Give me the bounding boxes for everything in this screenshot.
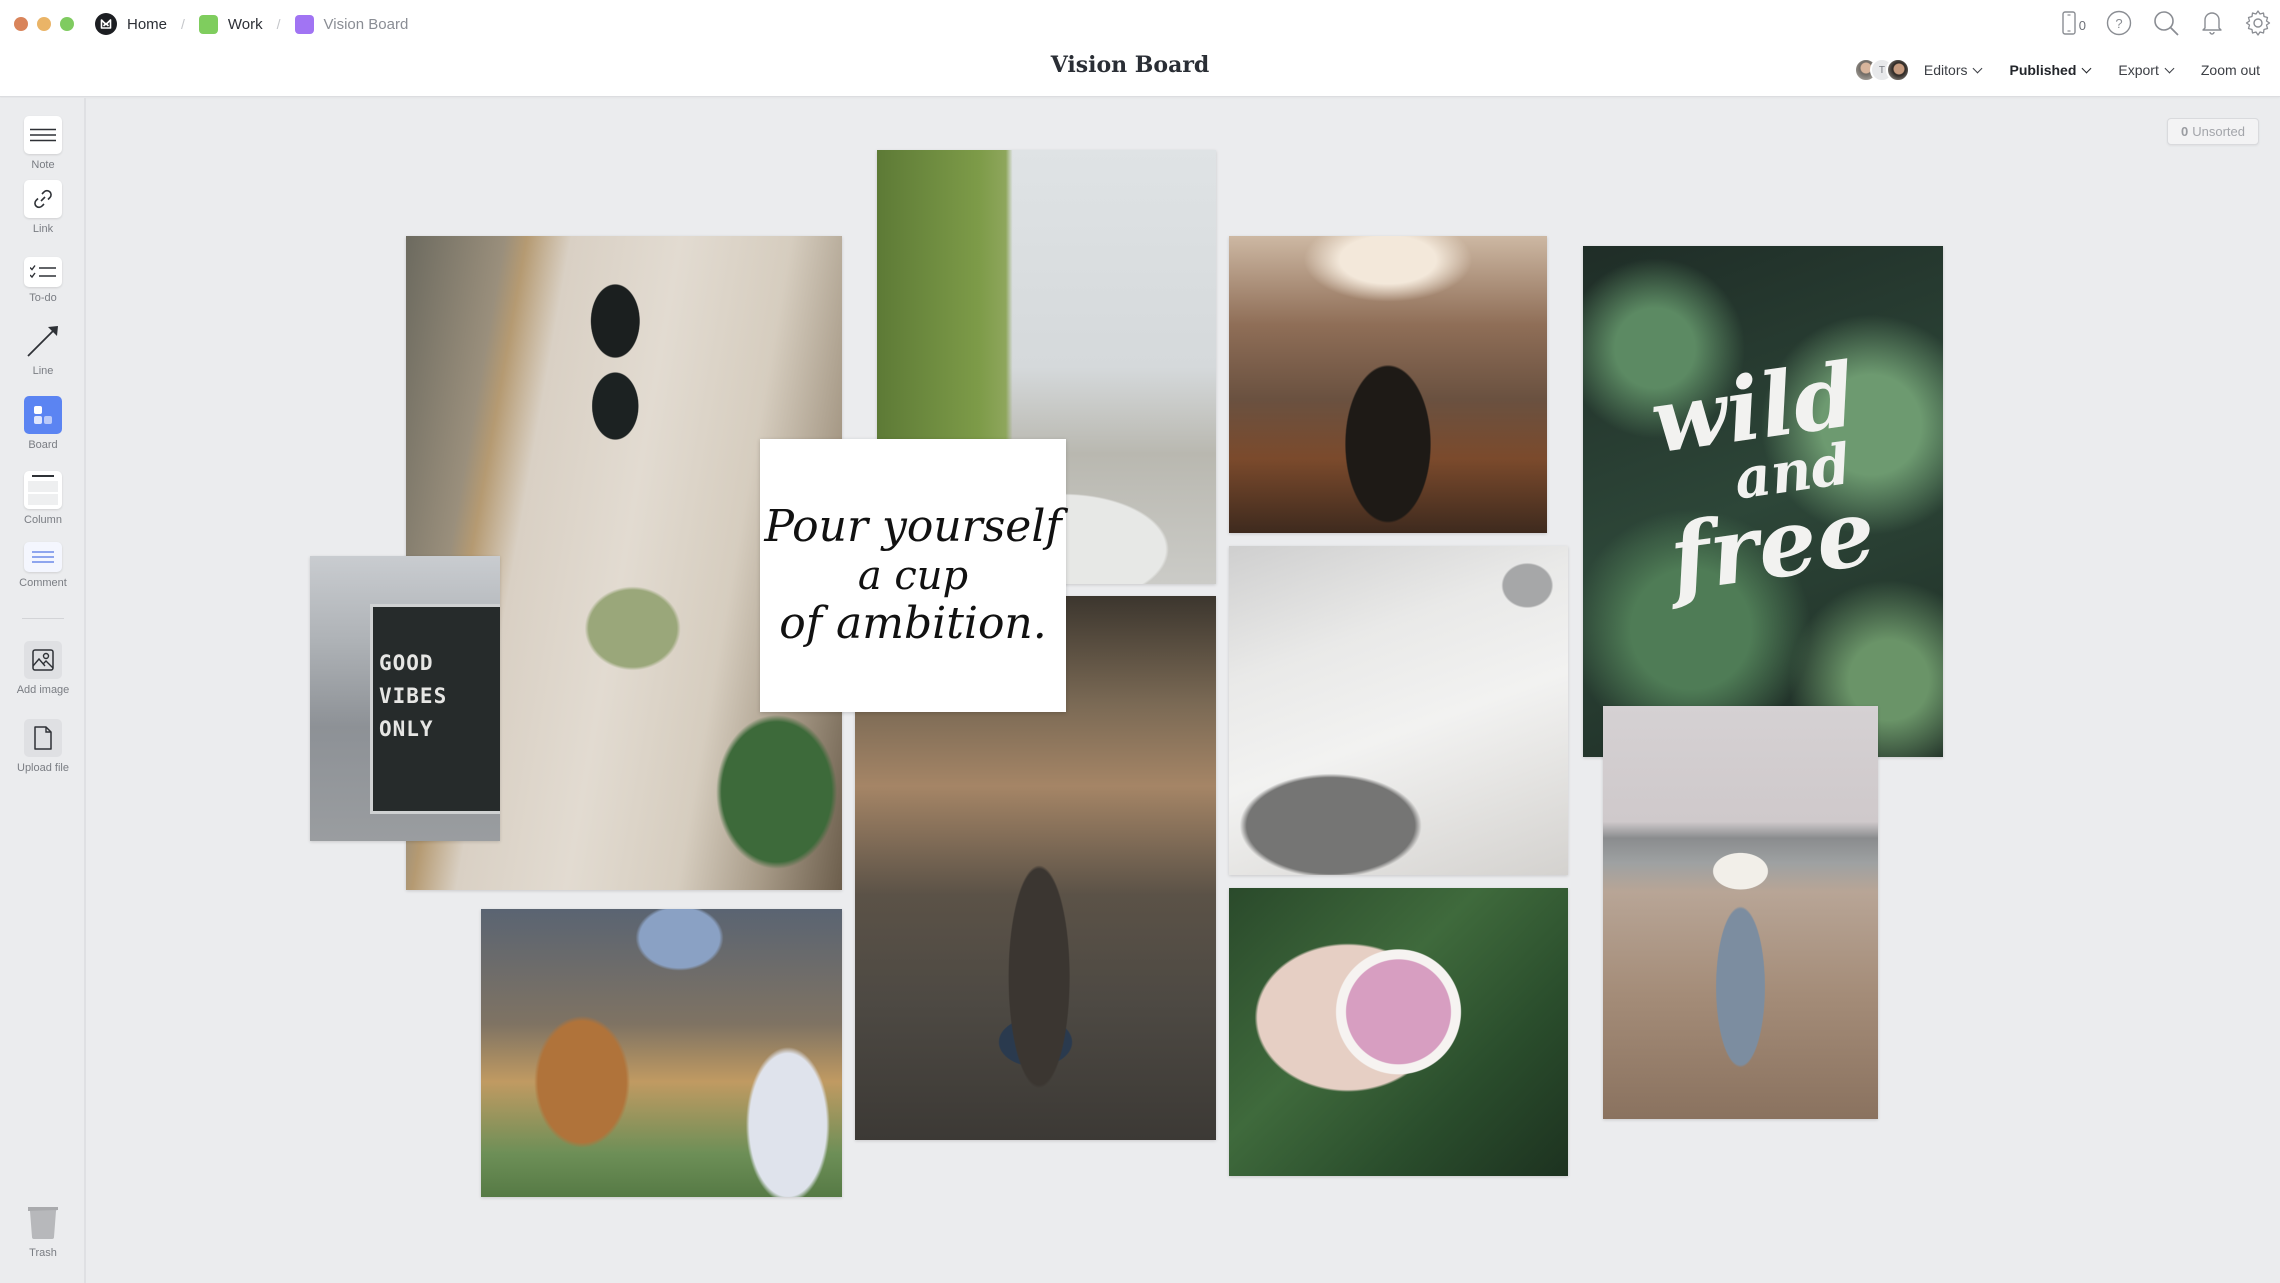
tool-label: Line [32,365,54,377]
wild-and-free-fern-photo[interactable]: wild and free [1583,246,1943,757]
tool-upload-file[interactable]: Upload file [0,719,86,774]
editor-avatars[interactable]: T [1853,58,1910,82]
line-arrow-icon [24,322,62,360]
tool-trash[interactable]: Trash [0,1204,86,1259]
help-button[interactable]: ? [2106,10,2132,41]
board-color-icon [198,14,218,34]
published-label: Published [2009,62,2077,78]
unsorted-label: Unsorted [2192,124,2245,139]
tool-label: To-do [29,292,57,304]
tool-link[interactable]: Link [0,180,86,235]
avatar [1885,58,1910,82]
breadcrumb-label: Vision Board [323,15,409,33]
zoom-out-button[interactable]: Zoom out [2201,62,2260,78]
letterboard-text: GOOD [379,651,434,675]
breadcrumb-work[interactable]: Work [198,14,263,34]
top-bar: Home / Work / Vision Board Vision Board … [0,0,2280,97]
image-icon [24,641,62,679]
trash-icon [24,1204,62,1242]
close-window-button[interactable] [14,17,28,31]
quote-note-card[interactable]: Pour yourself a cup of ambition. [760,439,1066,712]
export-dropdown[interactable]: Export [2118,62,2175,78]
tool-sidebar: Note Link To-do Line Board Column Commen… [0,98,86,1283]
writing-notebook-photo[interactable] [1229,546,1568,875]
unsorted-count: 0 [2181,124,2189,139]
breadcrumb-label: Work [227,15,263,33]
chevron-down-icon [2081,63,2092,73]
gear-icon [2244,9,2272,42]
tool-note[interactable]: Note [0,116,86,171]
comment-icon [24,542,62,572]
tool-label: Upload file [17,762,69,774]
bell-icon [2200,10,2224,41]
breadcrumb-label: Home [127,15,168,33]
export-label: Export [2118,62,2159,78]
top-icons: 0 ? [2062,9,2272,42]
chevron-down-icon [2164,63,2175,73]
window-controls [14,17,74,31]
device-count: 0 [2078,18,2086,33]
search-button[interactable] [2152,9,2180,42]
quote-line: of ambition. [779,597,1047,649]
sidebar-divider [22,618,64,619]
quote-line: Pour yourself [764,500,1062,552]
tool-label: Comment [19,577,67,589]
search-icon [2152,9,2180,42]
tool-label: Trash [29,1247,57,1259]
tool-column[interactable]: Column [0,471,86,526]
published-dropdown[interactable]: Published [2009,62,2092,78]
yoga-sunset-photo[interactable] [1229,236,1547,533]
settings-button[interactable] [2244,9,2272,42]
breadcrumb-separator: / [276,16,281,32]
unsorted-button[interactable]: 0 Unsorted [2167,118,2259,145]
chevron-down-icon [1973,63,1983,73]
beach-couple-photo[interactable] [1603,706,1878,1119]
breadcrumb: Home / Work / Vision Board [95,11,408,37]
tool-add-image[interactable]: Add image [0,641,86,696]
file-icon [24,719,62,757]
zoom-out-label: Zoom out [2200,62,2260,78]
tool-label: Note [31,159,55,171]
svg-text:?: ? [2115,16,2122,31]
smoothie-bowl-leaves-photo[interactable] [1229,888,1568,1176]
mobile-device-icon [2062,11,2076,40]
tool-label: Column [24,514,62,526]
editors-label: Editors [1923,62,1968,78]
maximize-window-button[interactable] [60,17,74,31]
app-window: Home / Work / Vision Board Vision Board … [0,0,2280,1283]
note-icon [24,116,62,154]
board-toolbar: T Editors Published Export Zoom out [1853,58,2260,82]
quote-line: a cup [857,552,969,599]
column-icon [24,471,62,509]
wild-text-line: free [1663,477,1882,613]
editors-dropdown[interactable]: Editors [1923,62,1983,78]
dog-and-girl-photo[interactable] [481,909,842,1197]
notifications-button[interactable] [2200,10,2224,41]
tool-label: Add image [16,684,70,696]
letterboard-text: VIBES [379,684,448,708]
good-vibes-letterboard-photo[interactable]: GOOD VIBES ONLY [310,556,500,841]
help-icon: ? [2106,10,2132,41]
minimize-window-button[interactable] [37,17,51,31]
letterboard: GOOD VIBES ONLY [370,604,500,814]
link-icon [24,180,62,218]
breadcrumb-separator: / [181,16,185,32]
wild-and-free-text: wild and free [1583,342,1943,614]
tool-line[interactable]: Line [0,322,86,377]
tool-label: Link [32,223,54,235]
tool-comment[interactable]: Comment [0,542,86,589]
board-color-icon [294,14,314,34]
breadcrumb-home[interactable]: Home [95,13,167,35]
breadcrumb-vision-board[interactable]: Vision Board [294,14,409,34]
todo-icon [24,257,62,287]
tool-board[interactable]: Board [0,396,86,451]
tool-todo[interactable]: To-do [0,257,86,304]
board-icon [24,396,62,434]
letterboard-text: ONLY [379,717,434,741]
mobile-devices-button[interactable]: 0 [2062,11,2086,40]
tool-label: Board [28,439,58,451]
milanote-logo-icon [95,13,117,35]
